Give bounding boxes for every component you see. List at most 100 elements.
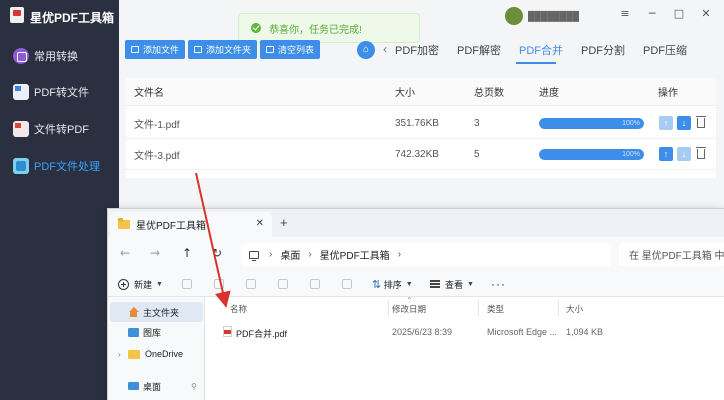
sidebar-item-label: PDF转文件 (34, 87, 89, 99)
nav-item-label: 桌面 (143, 381, 162, 392)
add-file-label: 添加文件 (143, 45, 180, 55)
move-down-button[interactable]: ↓ (677, 116, 691, 130)
sidebar-item-pdf-process[interactable]: PDF文件处理 (0, 151, 119, 181)
tab-pdf-split[interactable]: PDF分割 (581, 42, 625, 58)
add-file-button[interactable]: 添加文件 (125, 40, 186, 59)
new-tab-button[interactable]: + (280, 216, 288, 229)
copy-icon[interactable] (214, 279, 224, 289)
file-size: 351.76KB (395, 117, 439, 129)
col-header-modified[interactable]: 修改日期 (392, 303, 426, 315)
progress-bar: 100% (539, 118, 644, 129)
onedrive-folder-icon (128, 349, 140, 359)
cut-icon[interactable] (182, 279, 192, 289)
breadcrumb-separator: › (308, 249, 312, 260)
add-folder-button[interactable]: 添加文件夹 (188, 40, 258, 59)
delete-icon[interactable] (695, 115, 707, 129)
file-toolbar: 添加文件 添加文件夹 清空列表 (125, 40, 323, 59)
tab-pdf-compress[interactable]: PDF压缩 (643, 42, 687, 58)
sort-button[interactable]: ⇅ 排序 ▼ (372, 276, 413, 292)
tab-pdf-encrypt[interactable]: PDF加密 (395, 42, 439, 58)
folder-icon (118, 218, 130, 229)
explorer-tab-title: 星优PDF工具箱 (136, 221, 206, 232)
file-name: 文件-1.pdf (134, 119, 180, 131)
move-down-button[interactable]: ↓ (677, 147, 691, 161)
gallery-icon (128, 327, 139, 337)
back-arrow-icon[interactable]: ← (120, 246, 130, 260)
progress-text: 100% (622, 151, 640, 158)
search-input[interactable]: 在 星优PDF工具箱 中搜 (619, 243, 724, 266)
explorer-file-list: ⌃ 名称 修改日期 类型 大小 PDF合并.pdf 2025/6/23 8:39… (206, 296, 724, 400)
view-button[interactable]: 查看 ▼ (430, 276, 474, 292)
breadcrumb-folder[interactable]: 星优PDF工具箱 (320, 247, 390, 262)
breadcrumb-desktop[interactable]: 桌面 (280, 247, 300, 262)
file-name: 文件-3.pdf (134, 150, 180, 162)
forward-arrow-icon[interactable]: → (150, 246, 160, 260)
chevron-right-icon[interactable]: › (118, 350, 121, 359)
tab-pdf-decrypt[interactable]: PDF解密 (457, 42, 501, 58)
page-count: 3 (474, 117, 480, 129)
clear-list-button[interactable]: 清空列表 (260, 40, 321, 59)
col-header-name[interactable]: 名称 (230, 303, 247, 315)
pdf-file-icon (223, 326, 232, 337)
move-up-button[interactable]: ↑ (659, 116, 673, 130)
chevron-down-icon: ▼ (467, 280, 474, 288)
explorer-nav-pane: 主文件夹 图库 › OneDrive 桌面 ⚲ (108, 297, 205, 400)
home-button[interactable]: ⌂ (357, 41, 375, 59)
rename-icon[interactable] (278, 279, 288, 289)
file-name: PDF合并.pdf (236, 329, 288, 339)
table-row[interactable]: 文件-3.pdf 742.32KB 5 100% ↑ ↓ (126, 139, 716, 170)
col-header-size[interactable]: 大小 (566, 303, 583, 315)
page-count: 5 (474, 148, 480, 160)
clear-icon (266, 46, 275, 53)
move-up-button[interactable]: ↑ (659, 147, 673, 161)
close-tab-icon[interactable]: ✕ (256, 218, 264, 229)
file-explorer-window: 星优PDF工具箱 ✕ + ← → ↑ ↻ › 桌面 › 星优PDF工具箱 › 在… (107, 208, 724, 400)
column-divider[interactable] (388, 300, 389, 316)
tab-pdf-merge[interactable]: PDF合并 (519, 42, 563, 58)
new-button[interactable]: 新建 ▼ (118, 276, 163, 292)
column-divider[interactable] (558, 300, 559, 316)
share-icon[interactable] (310, 279, 320, 289)
breadcrumb-separator: › (269, 249, 273, 260)
add-circle-icon (118, 278, 129, 290)
sidebar-item-pdf-to-file[interactable]: PDF转文件 (0, 77, 119, 107)
desktop-icon (128, 382, 139, 390)
user-name: ████████ (528, 11, 580, 21)
table-row[interactable]: 文件-1.pdf 351.76KB 3 100% ↑ ↓ (126, 108, 716, 139)
delete-icon[interactable] (342, 279, 352, 289)
maximize-button[interactable]: □ (671, 6, 687, 22)
more-options-button[interactable]: ··· (491, 276, 506, 292)
nav-item-desktop[interactable]: 桌面 ⚲ (110, 376, 203, 396)
sidebar-item-file-to-pdf[interactable]: 文件转PDF (0, 114, 119, 144)
view-label: 查看 (445, 279, 464, 290)
explorer-tab[interactable]: 星优PDF工具箱 ✕ (110, 212, 272, 237)
menu-icon[interactable]: ≡ (617, 6, 633, 22)
nav-item-gallery[interactable]: 图库 (110, 322, 203, 342)
pin-icon[interactable]: ⚲ (191, 382, 197, 391)
nav-item-onedrive[interactable]: › OneDrive (110, 344, 203, 364)
nav-item-label: 主文件夹 (143, 307, 180, 318)
home-icon (128, 307, 139, 317)
chevron-down-icon: ▼ (405, 280, 413, 288)
close-button[interactable]: ✕ (698, 6, 714, 22)
address-input[interactable]: › 桌面 › 星优PDF工具箱 › (241, 243, 611, 266)
column-divider[interactable] (478, 300, 479, 316)
avatar[interactable] (505, 7, 523, 25)
progress-text: 100% (622, 120, 640, 127)
pdf-to-file-icon (13, 84, 29, 100)
nav-item-home[interactable]: 主文件夹 (110, 302, 203, 322)
file-modified: 2025/6/23 8:39 (392, 327, 453, 337)
col-header-pages: 总页数 (474, 88, 504, 99)
col-header-type[interactable]: 类型 (487, 303, 504, 315)
file-row[interactable]: PDF合并.pdf 2025/6/23 8:39 Microsoft Edge … (218, 323, 718, 343)
delete-icon[interactable] (695, 146, 707, 160)
sidebar-item-common-convert[interactable]: 常用转换 (0, 41, 119, 71)
file-table: 文件名 大小 总页数 进度 操作 文件-1.pdf 351.76KB 3 100… (126, 78, 716, 178)
pdf-process-icon (13, 158, 29, 174)
monitor-icon (249, 250, 259, 261)
minimize-button[interactable]: ─ (644, 6, 660, 22)
tabs-prev-arrow[interactable]: ‹ (383, 42, 387, 56)
up-arrow-icon[interactable]: ↑ (182, 246, 192, 260)
paste-icon[interactable] (246, 279, 256, 289)
refresh-icon[interactable]: ↻ (212, 246, 222, 260)
